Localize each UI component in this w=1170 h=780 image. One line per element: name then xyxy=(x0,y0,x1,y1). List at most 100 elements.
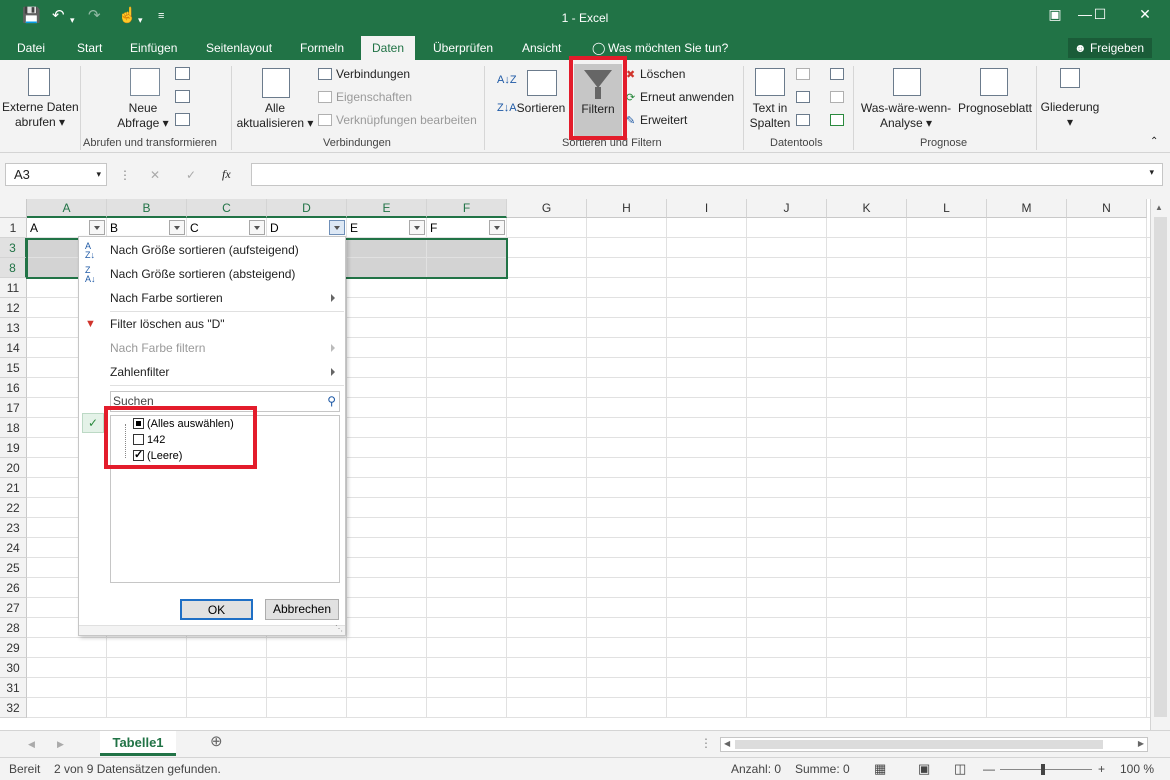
external-data-button[interactable]: Externe Daten abrufen ▾ xyxy=(2,100,79,130)
sheet-tab-tabelle1[interactable]: Tabelle1 xyxy=(100,731,176,756)
maximize-icon[interactable]: ☐ xyxy=(1085,6,1115,23)
tell-me-icon[interactable]: ◯ xyxy=(592,40,605,56)
sort-za-icon[interactable]: Z↓A xyxy=(497,100,517,116)
row-header[interactable]: 30 xyxy=(0,658,27,678)
column-header[interactable]: J xyxy=(747,199,827,218)
sort-by-color-item[interactable]: Nach Farbe sortieren xyxy=(110,290,223,306)
tab-ansicht[interactable]: Ansicht xyxy=(522,40,561,56)
header-cell[interactable]: A xyxy=(30,218,38,238)
next-sheet-icon[interactable]: ▶ xyxy=(57,736,64,752)
tab-split-icon[interactable]: ⋮ xyxy=(700,735,712,751)
row-header[interactable]: 27 xyxy=(0,598,27,618)
clear-button[interactable]: Löschen xyxy=(640,66,685,82)
resize-grip[interactable]: ⋱ xyxy=(79,624,345,635)
column-header[interactable]: M xyxy=(987,199,1067,218)
forecast-sheet-button[interactable]: Prognoseblatt xyxy=(954,101,1036,116)
row-header[interactable]: 1 xyxy=(0,218,27,238)
data-model-icon[interactable] xyxy=(830,114,844,126)
row-header[interactable]: 12 xyxy=(0,298,27,318)
zoom-out-icon[interactable]: — xyxy=(983,758,995,780)
share-button[interactable]: ☻ Freigeben xyxy=(1068,38,1152,58)
tab-einfuegen[interactable]: Einfügen xyxy=(130,40,177,56)
row-header[interactable]: 15 xyxy=(0,358,27,378)
from-table-icon[interactable] xyxy=(175,90,190,103)
column-header[interactable]: L xyxy=(907,199,987,218)
header-cell[interactable]: F xyxy=(430,218,437,238)
sort-desc-item[interactable]: Nach Größe sortieren (absteigend) xyxy=(110,266,295,282)
row-header[interactable]: 19 xyxy=(0,438,27,458)
sort-asc-item[interactable]: Nach Größe sortieren (aufsteigend) xyxy=(110,242,299,258)
zoom-slider[interactable] xyxy=(1000,764,1092,775)
row-header[interactable]: 24 xyxy=(0,538,27,558)
relationships-icon[interactable] xyxy=(830,91,844,103)
tab-start[interactable]: Start xyxy=(77,40,102,56)
filter-dropdown-button[interactable] xyxy=(409,220,425,235)
row-header[interactable]: 18 xyxy=(0,418,27,438)
column-header[interactable]: I xyxy=(667,199,747,218)
row-header[interactable]: 14 xyxy=(0,338,27,358)
row-header[interactable]: 26 xyxy=(0,578,27,598)
tab-datei[interactable]: Datei xyxy=(17,40,45,56)
row-header[interactable]: 29 xyxy=(0,638,27,658)
normal-view-icon[interactable]: ▦ xyxy=(874,758,886,780)
row-header[interactable]: 3 xyxy=(0,238,27,258)
zoom-in-icon[interactable]: + xyxy=(1098,758,1105,780)
row-header[interactable]: 20 xyxy=(0,458,27,478)
edit-links-button[interactable]: Verknüpfungen bearbeiten xyxy=(336,112,477,128)
column-header[interactable]: C xyxy=(187,199,267,218)
add-sheet-icon[interactable]: ⊕ xyxy=(210,734,223,750)
cancel-button[interactable]: Abbrechen xyxy=(265,599,339,620)
filter-dropdown-button[interactable] xyxy=(489,220,505,235)
formula-input[interactable]: ▾ xyxy=(251,163,1163,186)
filter-dropdown-button[interactable] xyxy=(329,220,345,235)
collapse-ribbon-icon[interactable]: ⌃ xyxy=(1150,134,1158,150)
refresh-all-button[interactable]: Alle aktualisieren ▾ xyxy=(236,101,314,131)
header-cell[interactable]: D xyxy=(270,218,279,238)
row-header[interactable]: 28 xyxy=(0,618,27,638)
page-break-icon[interactable]: ◫ xyxy=(954,758,966,780)
column-header[interactable]: D xyxy=(267,199,347,218)
ribbon-options-icon[interactable]: ▣ xyxy=(1040,6,1070,23)
name-box[interactable]: A3 ▾ xyxy=(5,163,107,186)
flash-fill-icon[interactable] xyxy=(796,68,810,80)
column-header[interactable]: H xyxy=(587,199,667,218)
column-header[interactable]: N xyxy=(1067,199,1147,218)
row-header[interactable]: 16 xyxy=(0,378,27,398)
insert-function-icon[interactable]: fx xyxy=(222,166,231,182)
select-all-corner[interactable] xyxy=(0,199,27,218)
filter-dropdown-button[interactable] xyxy=(89,220,105,235)
column-header[interactable]: A xyxy=(27,199,107,218)
clear-filter-item[interactable]: Filter löschen aus "D" xyxy=(110,316,225,332)
tab-formeln[interactable]: Formeln xyxy=(300,40,344,56)
row-header[interactable]: 23 xyxy=(0,518,27,538)
row-header[interactable]: 32 xyxy=(0,698,27,718)
row-header[interactable]: 31 xyxy=(0,678,27,698)
prev-sheet-icon[interactable]: ◀ xyxy=(28,736,35,752)
recent-sources-icon[interactable] xyxy=(175,113,190,126)
tab-seitenlayout[interactable]: Seitenlayout xyxy=(206,40,272,56)
filter-by-color-item[interactable]: Nach Farbe filtern xyxy=(110,340,205,356)
row-header[interactable]: 25 xyxy=(0,558,27,578)
advanced-button[interactable]: Erweitert xyxy=(640,112,687,128)
remove-duplicates-icon[interactable] xyxy=(796,91,810,103)
vertical-scrollbar[interactable]: ▲ xyxy=(1150,199,1170,730)
data-validation-icon[interactable] xyxy=(796,114,810,126)
zoom-level[interactable]: 100 % xyxy=(1120,758,1154,780)
outline-button[interactable]: Gliederung ▾ xyxy=(1040,100,1100,130)
column-header[interactable]: K xyxy=(827,199,907,218)
tab-daten[interactable]: Daten xyxy=(361,36,416,60)
connections-button[interactable]: Verbindungen xyxy=(336,66,410,82)
tab-ueberpruefen[interactable]: Überprüfen xyxy=(433,40,493,56)
close-icon[interactable]: ✕ xyxy=(1130,6,1160,23)
tell-me-search[interactable]: Was möchten Sie tun? xyxy=(608,40,728,56)
page-layout-icon[interactable]: ▣ xyxy=(918,758,930,780)
sort-az-icon[interactable]: A↓Z xyxy=(497,72,517,88)
properties-button[interactable]: Eigenschaften xyxy=(336,89,412,105)
row-header[interactable]: 8 xyxy=(0,258,27,278)
ok-button[interactable]: OK xyxy=(180,599,253,620)
sort-button[interactable]: Sortieren xyxy=(515,101,567,116)
header-cell[interactable]: E xyxy=(350,218,358,238)
column-header[interactable]: E xyxy=(347,199,427,218)
reapply-button[interactable]: Erneut anwenden xyxy=(640,89,734,105)
row-header[interactable]: 17 xyxy=(0,398,27,418)
